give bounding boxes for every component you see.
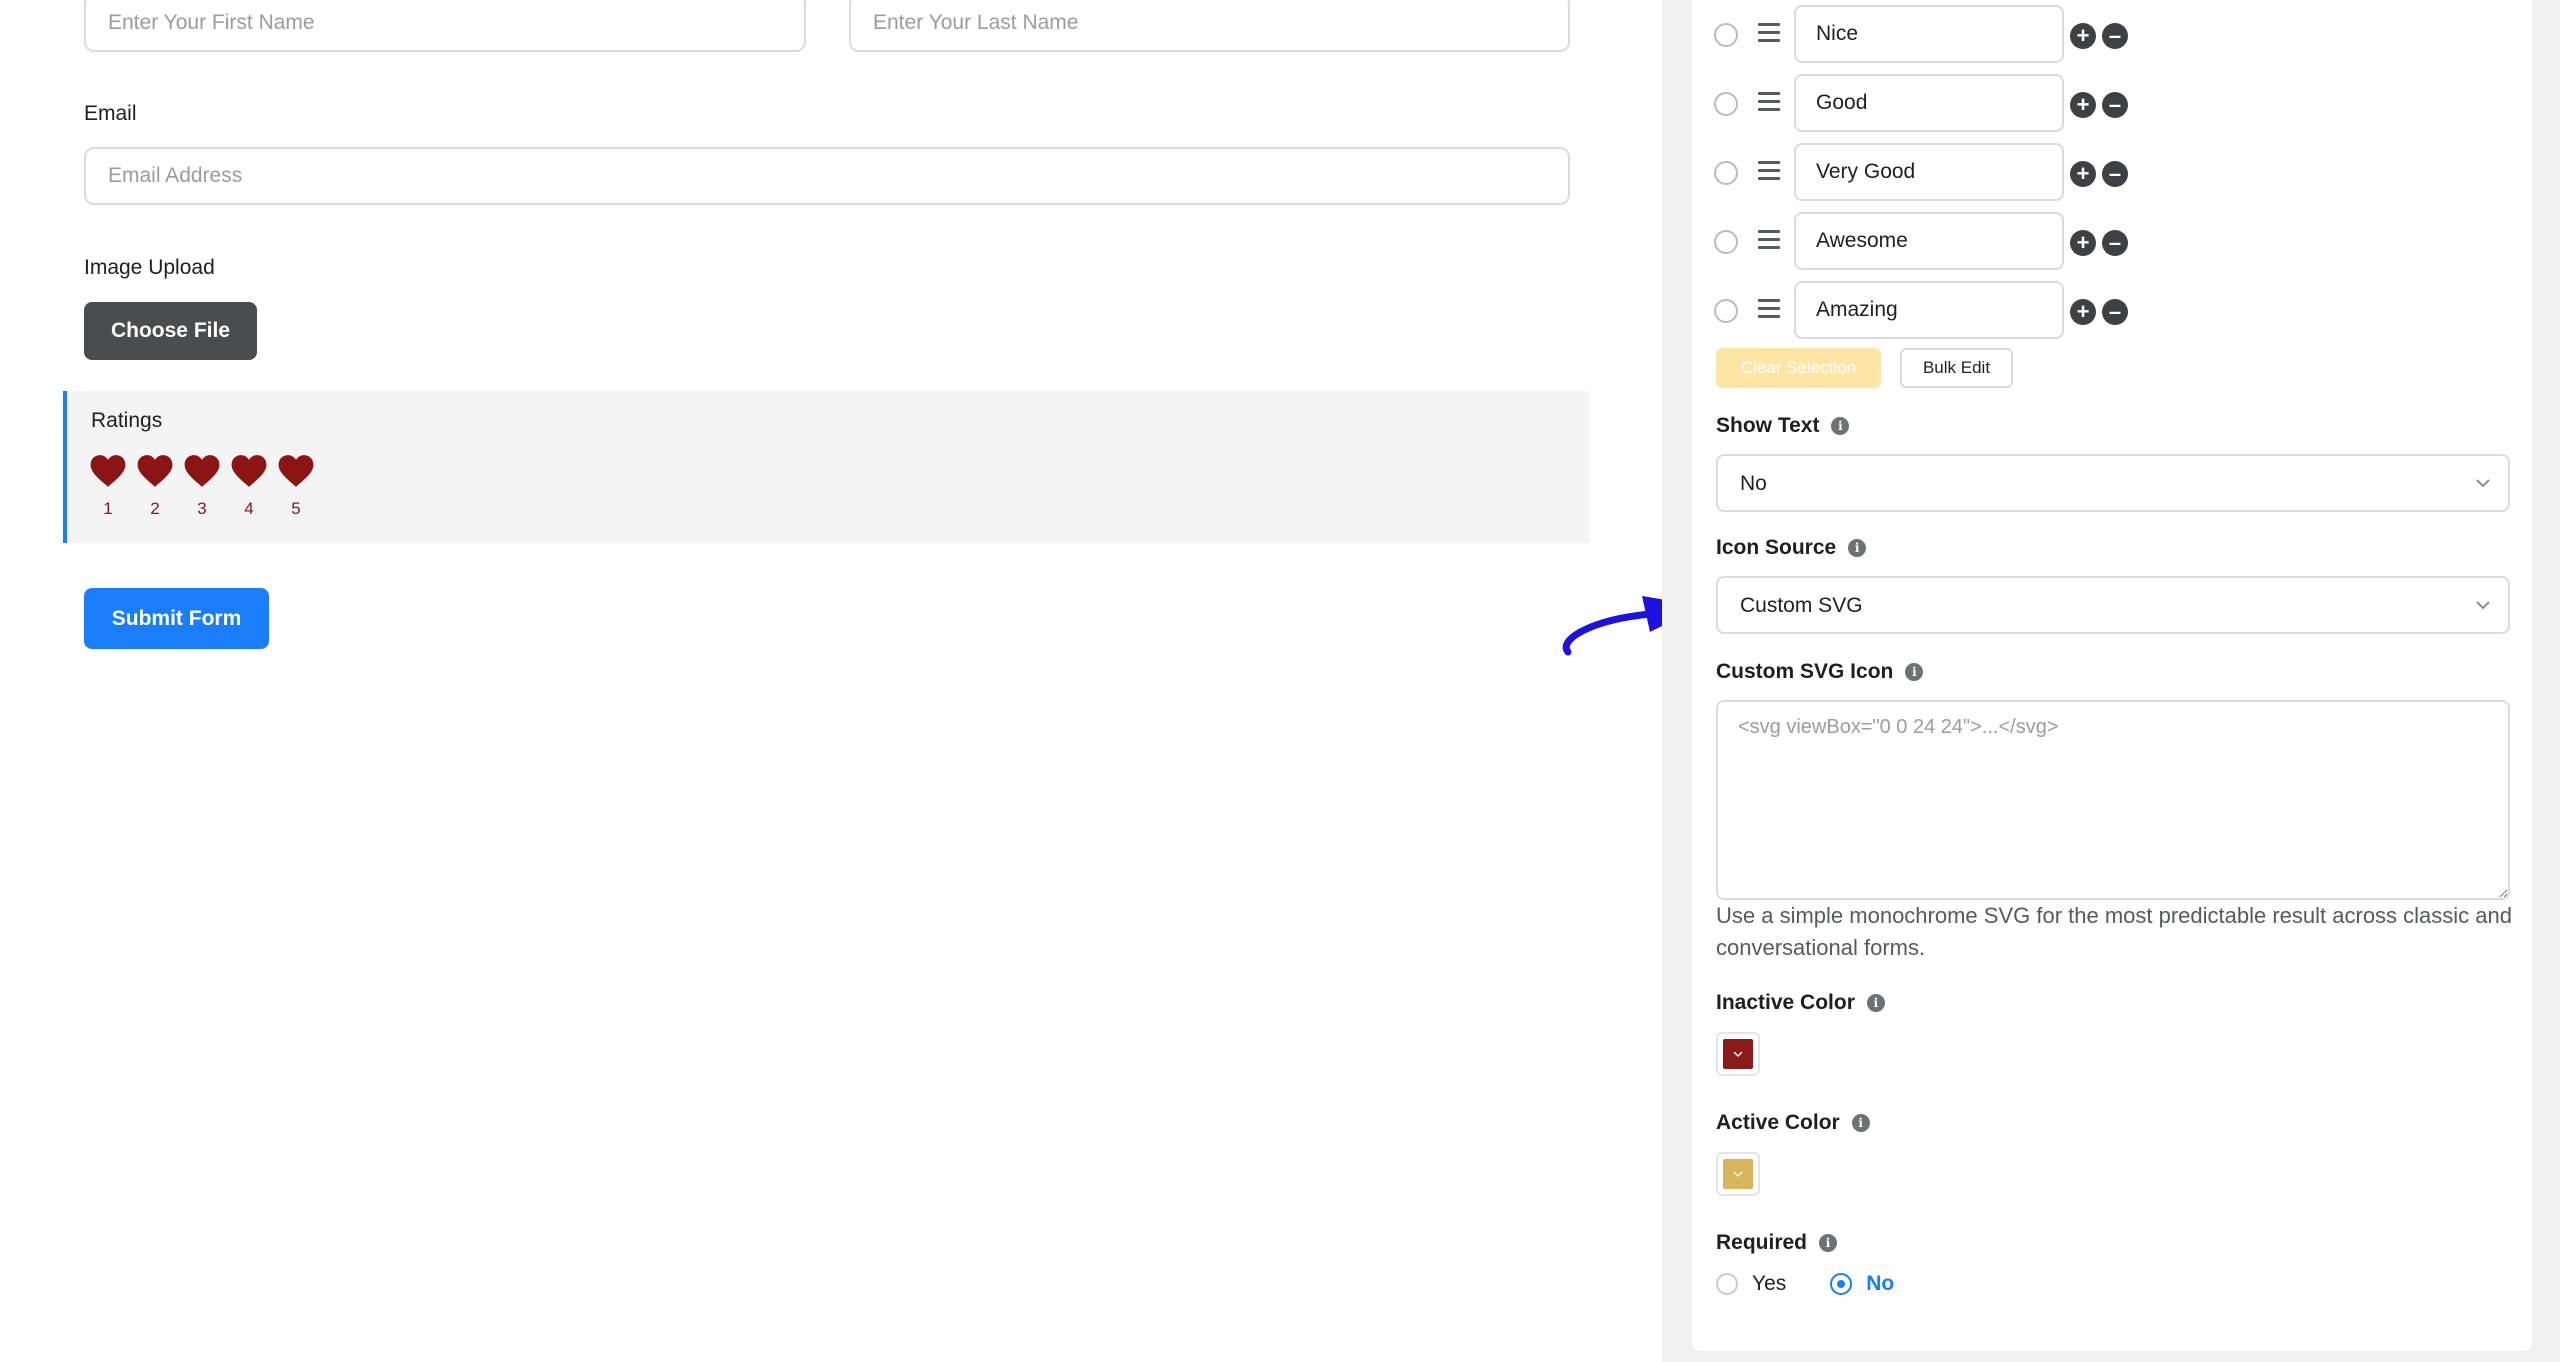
clear-selection-button[interactable]: Clear Selection	[1716, 348, 1881, 388]
active-color-picker[interactable]	[1716, 1152, 1760, 1196]
active-color-label: Active Color i	[1716, 1111, 1870, 1135]
icon-source-value: Custom SVG	[1740, 594, 1863, 617]
first-name-input[interactable]	[84, 0, 806, 52]
inactive-color-label-text: Inactive Color	[1716, 991, 1855, 1014]
required-option-no[interactable]: No	[1830, 1272, 1894, 1296]
chevron-down-icon	[1733, 1171, 1743, 1177]
add-option-icon[interactable]: +	[2070, 299, 2096, 325]
image-upload-label: Image Upload	[84, 256, 215, 279]
add-option-icon[interactable]: +	[2070, 161, 2096, 187]
ratings-field: Ratings 1 2 3 4 5	[63, 391, 1589, 543]
option-default-radio[interactable]	[1714, 23, 1738, 47]
form-preview: Email Image Upload Choose File Ratings 1…	[0, 0, 1662, 1362]
radio-button[interactable]	[1716, 1273, 1738, 1295]
show-text-label-text: Show Text	[1716, 414, 1820, 437]
email-label: Email	[84, 102, 137, 125]
rating-star[interactable]: 5	[277, 453, 315, 519]
rating-number: 5	[291, 499, 301, 518]
icon-source-select[interactable]: Custom SVG	[1716, 576, 2510, 634]
drag-handle-icon[interactable]	[1758, 23, 1780, 43]
radio-label: Yes	[1752, 1272, 1787, 1295]
custom-svg-label: Custom SVG Icon i	[1716, 660, 1924, 684]
active-color-swatch	[1723, 1159, 1753, 1189]
info-icon[interactable]: i	[1819, 1234, 1838, 1252]
option-label-input[interactable]	[1794, 143, 2064, 201]
heart-icon	[137, 455, 173, 487]
required-label: Required i	[1716, 1231, 1838, 1255]
remove-option-icon[interactable]: –	[2102, 161, 2128, 187]
icon-source-label-text: Icon Source	[1716, 536, 1837, 559]
info-icon[interactable]: i	[1866, 994, 1885, 1012]
bulk-edit-button[interactable]: Bulk Edit	[1900, 348, 2013, 388]
remove-option-icon[interactable]: –	[2102, 23, 2128, 49]
add-option-icon[interactable]: +	[2070, 230, 2096, 256]
drag-handle-icon[interactable]	[1758, 161, 1780, 181]
ratings-hearts: 1 2 3 4 5	[89, 453, 315, 519]
add-option-icon[interactable]: +	[2070, 92, 2096, 118]
heart-icon	[90, 455, 126, 487]
option-default-radio[interactable]	[1714, 161, 1738, 185]
option-label-input[interactable]	[1794, 281, 2064, 339]
option-label-input[interactable]	[1794, 74, 2064, 132]
custom-svg-label-text: Custom SVG Icon	[1716, 660, 1894, 683]
remove-option-icon[interactable]: –	[2102, 230, 2128, 256]
custom-svg-textarea[interactable]	[1716, 700, 2510, 900]
custom-svg-help-text: Use a simple monochrome SVG for the most…	[1716, 903, 2512, 960]
option-default-radio[interactable]	[1714, 230, 1738, 254]
required-option-yes[interactable]: Yes	[1716, 1272, 1786, 1296]
heart-icon	[184, 455, 220, 487]
rating-star[interactable]: 1	[89, 453, 127, 519]
heart-icon	[231, 455, 267, 487]
remove-option-icon[interactable]: –	[2102, 92, 2128, 118]
info-icon[interactable]: i	[1831, 417, 1850, 435]
chevron-down-icon	[1733, 1051, 1743, 1057]
rating-number: 1	[103, 499, 113, 518]
chevron-down-icon	[2476, 601, 2490, 610]
radio-label: No	[1866, 1272, 1895, 1295]
ratings-label: Ratings	[91, 409, 163, 432]
drag-handle-icon[interactable]	[1758, 299, 1780, 319]
info-icon[interactable]: i	[1851, 1114, 1870, 1132]
active-color-label-text: Active Color	[1716, 1111, 1840, 1134]
info-icon[interactable]: i	[1848, 539, 1867, 557]
info-icon[interactable]: i	[1905, 663, 1924, 681]
show-text-select[interactable]: No	[1716, 454, 2510, 512]
required-label-text: Required	[1716, 1231, 1808, 1254]
show-text-value: No	[1740, 472, 1767, 495]
show-text-label: Show Text i	[1716, 414, 1850, 438]
rating-number: 3	[197, 499, 207, 518]
inactive-color-label: Inactive Color i	[1716, 991, 1885, 1015]
inactive-color-picker[interactable]	[1716, 1032, 1760, 1076]
icon-source-label: Icon Source i	[1716, 536, 1867, 560]
drag-handle-icon[interactable]	[1758, 92, 1780, 112]
rating-number: 4	[244, 499, 254, 518]
option-default-radio[interactable]	[1714, 299, 1738, 323]
radio-button[interactable]	[1830, 1273, 1853, 1295]
required-radio-group: Yes No	[1716, 1272, 1938, 1296]
chevron-down-icon	[2476, 479, 2490, 488]
choose-file-button[interactable]: Choose File	[84, 302, 257, 360]
rating-number: 2	[150, 499, 160, 518]
add-option-icon[interactable]: +	[2070, 23, 2096, 49]
rating-star[interactable]: 3	[183, 453, 221, 519]
drag-handle-icon[interactable]	[1758, 230, 1780, 250]
last-name-input[interactable]	[849, 0, 1570, 52]
email-input[interactable]	[84, 147, 1570, 205]
rating-star[interactable]: 2	[136, 453, 174, 519]
submit-form-button[interactable]: Submit Form	[84, 588, 269, 649]
option-default-radio[interactable]	[1714, 92, 1738, 116]
heart-icon	[278, 455, 314, 487]
option-label-input[interactable]	[1794, 5, 2064, 63]
option-label-input[interactable]	[1794, 212, 2064, 270]
rating-star[interactable]: 4	[230, 453, 268, 519]
remove-option-icon[interactable]: –	[2102, 299, 2128, 325]
inactive-color-swatch	[1723, 1039, 1753, 1069]
